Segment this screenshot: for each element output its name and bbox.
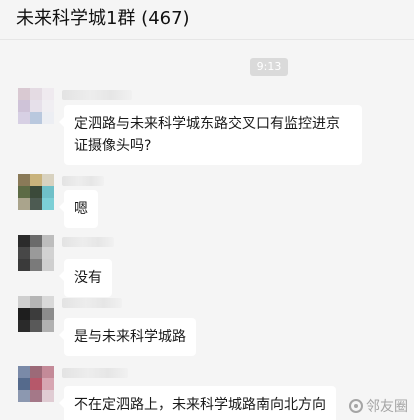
- message-bubble[interactable]: 嗯: [59, 190, 98, 228]
- sender-name-blurred: [62, 237, 114, 247]
- message-row: 没有: [0, 235, 414, 297]
- message-row: 是与未来科学城路: [0, 296, 414, 356]
- chat-header: 未来科学城1群 (467): [0, 0, 414, 40]
- message-text: 没有: [74, 270, 102, 286]
- message-bubble[interactable]: 不在定泗路上，未来科学城路南向北方向: [59, 386, 336, 420]
- message-bubble[interactable]: 定泗路与未来科学城东路交叉口有监控进京证摄像头吗?: [59, 105, 362, 165]
- watermark: 邻友圈: [349, 396, 408, 416]
- avatar[interactable]: [18, 88, 54, 124]
- avatar[interactable]: [18, 366, 54, 402]
- sender-name-blurred: [62, 176, 104, 186]
- message-text: 嗯: [74, 201, 88, 217]
- watermark-text: 邻友圈: [366, 399, 408, 415]
- watermark-logo-icon: [349, 399, 363, 413]
- avatar[interactable]: [18, 174, 54, 210]
- avatar[interactable]: [18, 235, 54, 271]
- message-row: 定泗路与未来科学城东路交叉口有监控进京证摄像头吗?: [0, 88, 414, 165]
- time-divider: 9:13: [250, 58, 288, 76]
- message-bubble[interactable]: 是与未来科学城路: [59, 318, 196, 356]
- sender-name-blurred: [62, 368, 128, 378]
- message-row: 嗯: [0, 174, 414, 228]
- message-bubble[interactable]: 没有: [59, 259, 112, 297]
- avatar[interactable]: [18, 296, 54, 332]
- sender-name-blurred: [62, 90, 132, 100]
- message-text: 不在定泗路上，未来科学城路南向北方向: [74, 397, 326, 413]
- message-text: 是与未来科学城路: [74, 329, 186, 345]
- chat-title: 未来科学城1群 (467): [16, 8, 190, 29]
- message-text: 定泗路与未来科学城东路交叉口有监控进京证摄像头吗?: [74, 116, 340, 154]
- sender-name-blurred: [62, 298, 122, 308]
